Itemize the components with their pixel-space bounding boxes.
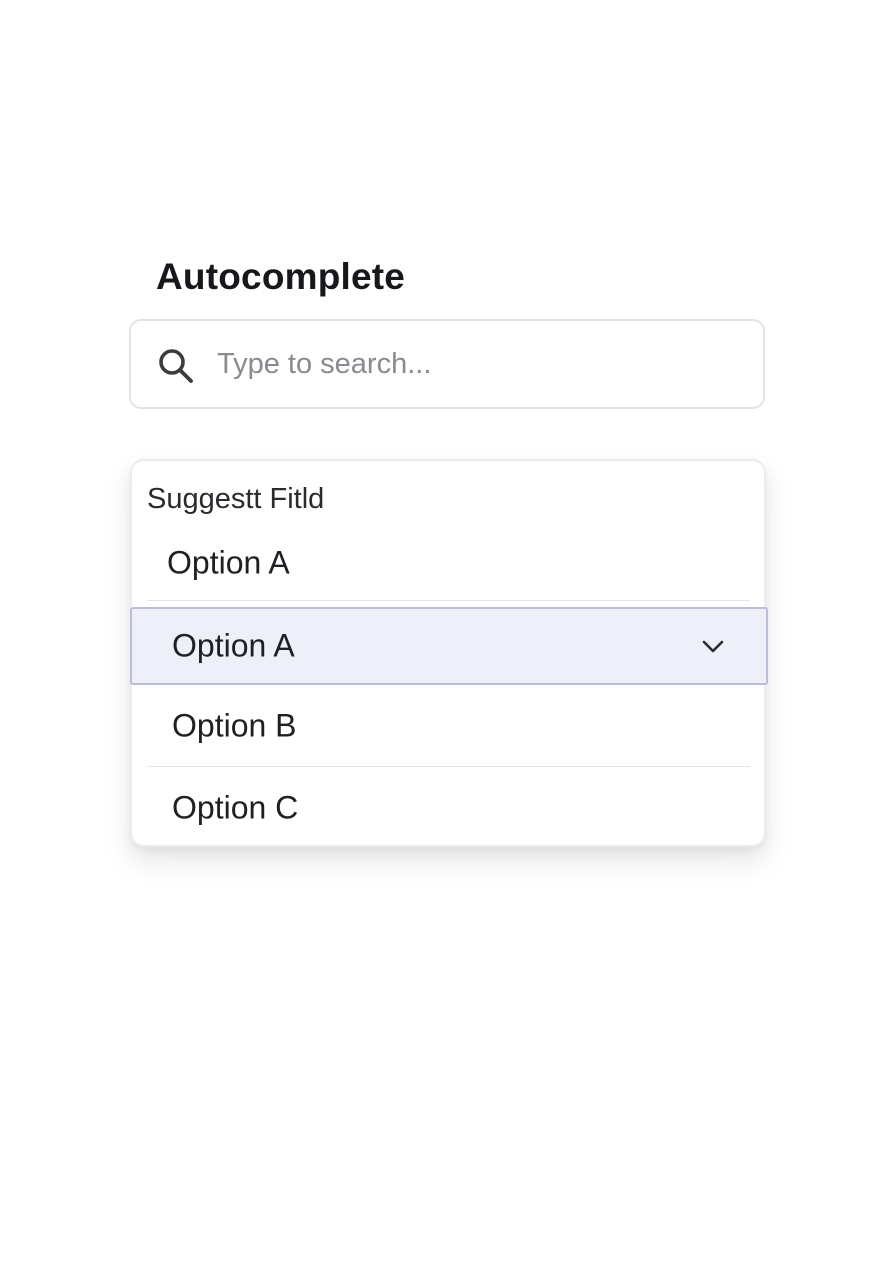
dropdown-header: Suggestt Fitld: [147, 483, 325, 515]
option-label: Option A: [172, 627, 295, 664]
search-input[interactable]: [217, 339, 737, 389]
chevron-down-icon[interactable]: [700, 633, 726, 659]
option-item[interactable]: Option C: [132, 773, 764, 843]
page-title: Autocomplete: [156, 256, 406, 297]
option-item[interactable]: Option A: [132, 527, 764, 599]
divider: [147, 600, 750, 601]
option-label: Option C: [172, 789, 299, 826]
search-box[interactable]: [129, 319, 765, 409]
suggestions-dropdown: Suggestt Fitld Option A Option A Option …: [130, 459, 768, 847]
option-item[interactable]: Option B: [132, 691, 764, 761]
search-icon: [156, 346, 196, 386]
option-item-selected[interactable]: Option A: [130, 607, 768, 685]
divider: [147, 766, 750, 767]
option-label: Option B: [172, 707, 297, 744]
option-label: Option A: [167, 544, 290, 581]
